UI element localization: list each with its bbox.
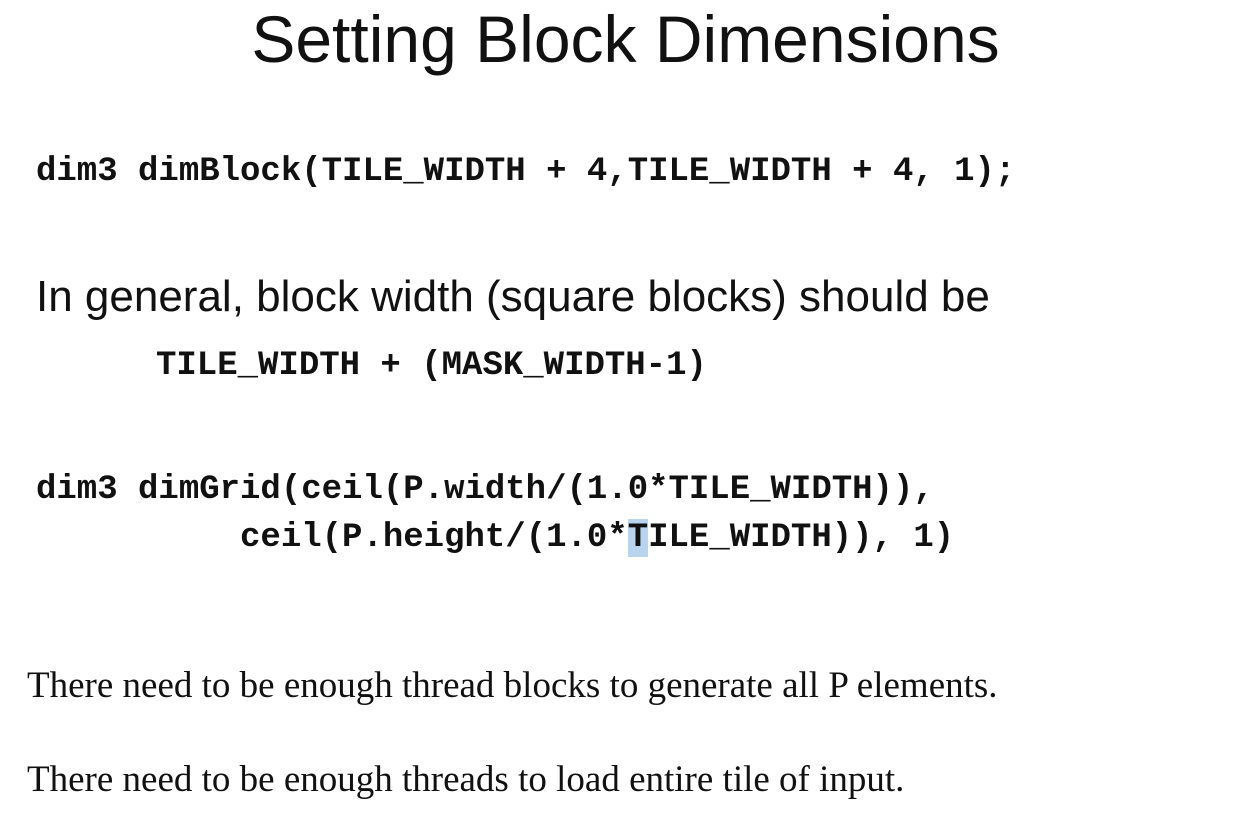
code-dim-block: dim3 dimBlock(TILE_WIDTH + 4,TILE_WIDTH … xyxy=(36,153,1016,191)
code-block-width-expression: TILE_WIDTH + (MASK_WIDTH-1) xyxy=(156,347,707,385)
general-statement: In general, block width (square blocks) … xyxy=(36,272,990,321)
code-dim-grid-line-2: ceil(P.height/(1.0*TILE_WIDTH)), 1) xyxy=(36,518,954,558)
code-dim-grid-line-2-start: ceil(P.height/(1.0* xyxy=(36,519,628,557)
slide: Setting Block Dimensions dim3 dimBlock(T… xyxy=(0,0,1251,819)
note-threads: There need to be enough threads to load … xyxy=(27,759,905,800)
slide-title: Setting Block Dimensions xyxy=(251,2,1000,76)
note-thread-blocks: There need to be enough thread blocks to… xyxy=(27,665,998,706)
text-selection-highlight: T xyxy=(627,519,649,557)
code-dim-grid-line-1: dim3 dimGrid(ceil(P.width/(1.0*TILE_WIDT… xyxy=(36,471,934,509)
code-dim-grid-line-2-end: ILE_WIDTH)), 1) xyxy=(648,519,955,557)
